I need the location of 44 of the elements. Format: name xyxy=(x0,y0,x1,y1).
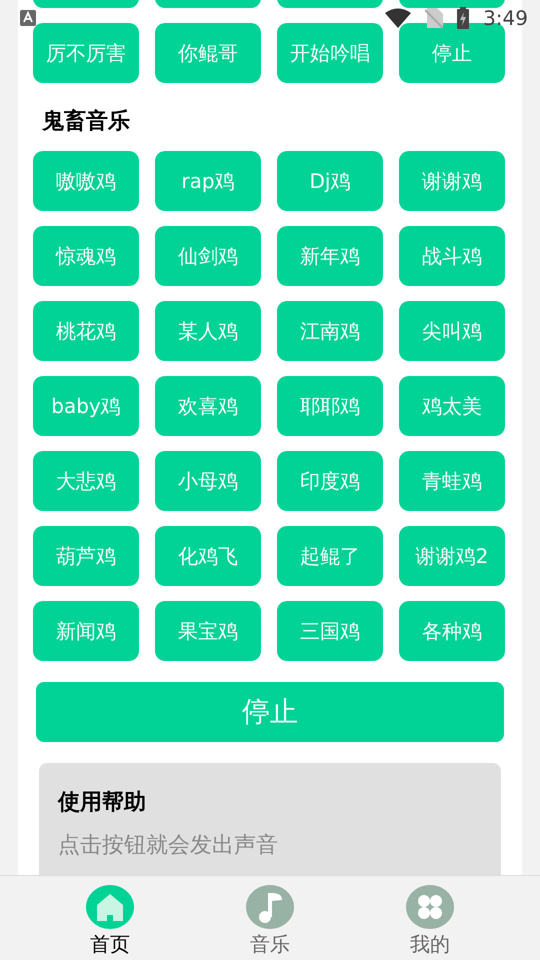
sound-button[interactable]: 化鸡飞 xyxy=(155,526,261,586)
wifi-icon xyxy=(385,8,412,28)
nav-tab[interactable]: 我的 xyxy=(390,876,470,960)
sound-button[interactable]: 新闻鸡 xyxy=(33,601,139,661)
sound-button[interactable]: 江南鸡 xyxy=(277,301,383,361)
sound-button[interactable]: 某人鸡 xyxy=(155,301,261,361)
sound-button[interactable]: 桃花鸡 xyxy=(33,301,139,361)
sound-button[interactable]: 印度鸡 xyxy=(277,451,383,511)
sound-button[interactable]: 三国鸡 xyxy=(277,601,383,661)
sound-button[interactable]: 果宝鸡 xyxy=(155,601,261,661)
sound-button[interactable]: 惊魂鸡 xyxy=(33,226,139,286)
home-icon xyxy=(86,885,134,929)
clover-icon xyxy=(406,885,454,929)
sound-button[interactable]: 你鲲哥 xyxy=(155,23,261,83)
sound-button[interactable]: 各种鸡 xyxy=(399,601,505,661)
sound-button[interactable]: 开始吟唱 xyxy=(277,23,383,83)
stop-button[interactable]: 停止 xyxy=(36,682,504,742)
music-note-icon xyxy=(246,885,294,929)
nav-tab[interactable]: 音乐 xyxy=(230,876,310,960)
sound-button[interactable]: 谢谢鸡2 xyxy=(399,526,505,586)
battery-icon xyxy=(457,7,470,29)
sound-button[interactable]: 耶耶鸡 xyxy=(277,376,383,436)
help-text: 点击按钮就会发出声音 xyxy=(58,833,279,859)
nav-tab[interactable]: 首页 xyxy=(70,876,150,960)
sound-button[interactable]: 欢喜鸡 xyxy=(155,376,261,436)
sound-button[interactable]: 鸡太美 xyxy=(399,376,505,436)
sound-button[interactable]: 厉不厉害 xyxy=(33,23,139,83)
sound-button[interactable]: 仙剑鸡 xyxy=(155,226,261,286)
section-title: 鬼畜音乐 xyxy=(40,108,131,136)
no-sim-icon xyxy=(425,8,444,28)
sound-button[interactable]: 葫芦鸡 xyxy=(33,526,139,586)
sound-button[interactable]: 尖叫鸡 xyxy=(399,301,505,361)
sound-button[interactable]: baby鸡 xyxy=(33,376,139,436)
sound-button[interactable]: 起鲲了 xyxy=(277,526,383,586)
sound-button[interactable]: rap鸡 xyxy=(155,151,261,211)
sound-button[interactable]: 嗷嗷鸡 xyxy=(33,151,139,211)
sound-button[interactable]: 大悲鸡 xyxy=(33,451,139,511)
sound-button[interactable]: 战斗鸡 xyxy=(399,226,505,286)
sound-button[interactable]: Dj鸡 xyxy=(277,151,383,211)
sound-button[interactable]: 谢谢鸡 xyxy=(399,151,505,211)
sound-button[interactable]: 小母鸡 xyxy=(155,451,261,511)
sound-button[interactable]: 青蛙鸡 xyxy=(399,451,505,511)
help-title: 使用帮助 xyxy=(58,789,147,817)
sound-button[interactable]: 新年鸡 xyxy=(277,226,383,286)
